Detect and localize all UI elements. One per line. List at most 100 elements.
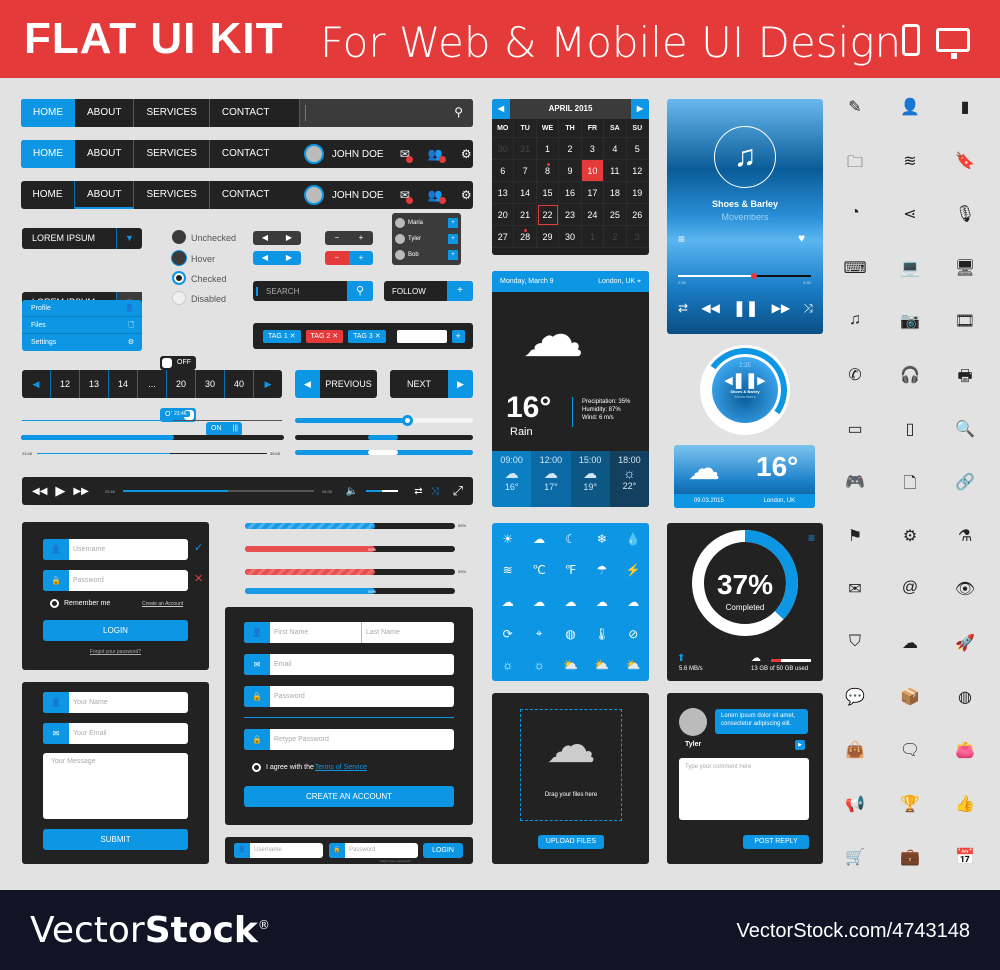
add-friend-button[interactable]: + (448, 234, 458, 244)
nav-contact[interactable]: CONTACT (210, 99, 300, 127)
range-slider-dark[interactable] (295, 435, 473, 440)
nav-services[interactable]: SERVICES (134, 99, 210, 127)
email-field[interactable]: ✉ Your Email (43, 723, 188, 744)
forgot-password-link[interactable]: Forgot your password? (380, 859, 411, 863)
value-slider[interactable] (295, 415, 473, 426)
prev-page-button[interactable]: ◀ (22, 370, 51, 398)
password-field[interactable]: 🔒 Password (43, 570, 188, 591)
fast-forward-icon[interactable]: ▶▶ (73, 486, 88, 497)
calendar-day[interactable]: 14 (514, 182, 537, 204)
radio-checked[interactable]: Checked (172, 269, 227, 287)
last-name-input[interactable]: Last Name (362, 622, 400, 643)
round-controls[interactable]: ◂❚❚▸ (712, 371, 778, 389)
calendar-day[interactable]: 31 (514, 138, 537, 160)
name-field[interactable]: 👤 Your Name (43, 692, 188, 713)
first-name-input[interactable]: First Name (270, 622, 362, 643)
email-field[interactable]: ✉ Email (244, 654, 454, 675)
search-icon[interactable]: ⚲ (347, 281, 373, 301)
gear-icon[interactable]: ⚙ (461, 188, 472, 202)
rewind-icon[interactable]: ◀◀ (701, 301, 719, 315)
menu-item-settings[interactable]: Settings ⚙ (22, 334, 142, 351)
calendar-day[interactable]: 6 (492, 160, 515, 182)
login-button[interactable]: LOGIN (423, 843, 463, 858)
avatar[interactable] (303, 185, 324, 205)
shuffle-icon[interactable]: ⤨ (431, 486, 439, 497)
calendar-day[interactable]: 4 (604, 138, 627, 160)
calendar-day[interactable]: 10 (581, 160, 605, 182)
minus-button[interactable]: − (325, 231, 349, 245)
nav-home[interactable]: HOME (21, 140, 75, 168)
retype-password-field[interactable]: 🔒 Retype Password (244, 729, 454, 750)
calendar-day[interactable]: 21 (514, 204, 537, 226)
calendar-day[interactable]: 5 (626, 138, 649, 160)
previous-button[interactable]: ◀ PREVIOUS (295, 370, 377, 398)
play-icon[interactable]: ▶ (55, 483, 65, 499)
username-field[interactable]: 👤 Username (234, 843, 323, 858)
create-account-link[interactable]: Create an Account (142, 601, 183, 607)
range-slider-blue[interactable] (295, 450, 473, 455)
search-input[interactable]: SEARCH (256, 286, 347, 296)
calendar-day[interactable]: 24 (581, 204, 605, 226)
rewind-icon[interactable]: ◀◀ (32, 486, 47, 497)
calendar-day[interactable]: 1 (536, 138, 560, 160)
search-icon[interactable]: ⚲ (454, 105, 463, 119)
video-progress[interactable] (122, 490, 314, 492)
nav-services[interactable]: SERVICES (134, 181, 210, 209)
calendar-day[interactable]: 3 (626, 226, 649, 248)
page-link[interactable]: 30 (196, 370, 225, 398)
calendar-day[interactable]: 15 (536, 182, 560, 204)
repeat-icon[interactable]: ⇄ (414, 486, 422, 497)
submit-button[interactable]: SUBMIT (43, 829, 188, 850)
mail-icon[interactable]: ✉ (400, 188, 413, 204)
next-page-button[interactable]: ▶ (254, 370, 282, 398)
forgot-password-link[interactable]: Forgot your password? (43, 649, 188, 655)
nav-contact[interactable]: CONTACT (210, 140, 300, 168)
calendar-day[interactable]: 18 (604, 182, 627, 204)
tag[interactable]: TAG 2 ✕ (305, 329, 344, 343)
dropdown-closed[interactable]: LOREM IPSUM ▼ (22, 228, 142, 249)
slider-handle[interactable] (401, 415, 413, 426)
repeat-icon[interactable]: ⇄ (678, 301, 688, 315)
calendar-day[interactable]: 30 (559, 226, 582, 248)
nav-contact[interactable]: CONTACT (210, 181, 300, 209)
calendar-day[interactable]: 22 (536, 204, 560, 226)
calendar-day[interactable]: 16 (559, 182, 582, 204)
terms-checkbox[interactable]: I agree with the Terms of Service (252, 763, 367, 772)
reply-play-button[interactable]: ▶ (795, 740, 805, 750)
progress-slider[interactable] (21, 435, 284, 440)
menu-item-profile[interactable]: Profile 👤 (22, 300, 142, 317)
plus-button[interactable]: + (349, 231, 373, 245)
gear-icon[interactable]: ⚙ (461, 147, 472, 161)
calendar-day[interactable]: 28 (514, 226, 537, 248)
add-friend-button[interactable]: + (448, 250, 458, 260)
menu-icon[interactable]: ≡ (678, 232, 685, 246)
message-textarea[interactable]: Your Message (43, 753, 188, 819)
password-field[interactable]: 🔒 Password (329, 843, 418, 858)
radio-hover[interactable]: Hover (172, 249, 215, 267)
menu-icon[interactable]: ≡ (808, 531, 815, 545)
friends-icon[interactable]: 👥 (428, 188, 446, 204)
arrow-left-button[interactable]: ◀ (253, 231, 277, 245)
volume-icon[interactable]: 🔈 (346, 486, 358, 497)
mail-icon[interactable]: ✉ (400, 147, 413, 163)
calendar-day[interactable]: 30 (492, 138, 515, 160)
calendar-day[interactable]: 2 (604, 226, 627, 248)
calendar-day[interactable]: 8 (536, 160, 560, 182)
page-link[interactable]: 20 (167, 370, 196, 398)
menu-item-files[interactable]: Files 🗋 (22, 317, 142, 334)
pause-icon[interactable]: ❚❚ (733, 299, 758, 317)
friend-item[interactable]: Tyler + (392, 231, 461, 247)
page-link[interactable]: 14 (109, 370, 138, 398)
arrow-right-button[interactable]: ▶ (277, 251, 301, 265)
post-reply-button[interactable]: POST REPLY (743, 835, 809, 849)
nav-home[interactable]: HOME (21, 181, 75, 209)
tag[interactable]: TAG 3 ✕ (348, 329, 386, 343)
fast-forward-icon[interactable]: ▶▶ (772, 301, 790, 315)
nav-about[interactable]: ABOUT (75, 140, 135, 168)
remember-me-checkbox[interactable]: Remember me (50, 599, 110, 608)
volume-slider[interactable] (366, 490, 399, 492)
friend-item[interactable]: Maria + (392, 215, 461, 231)
prev-month-button[interactable]: ◀ (492, 99, 510, 119)
calendar-day[interactable]: 9 (559, 160, 582, 182)
upload-files-button[interactable]: UPLOAD FILES (538, 835, 604, 849)
